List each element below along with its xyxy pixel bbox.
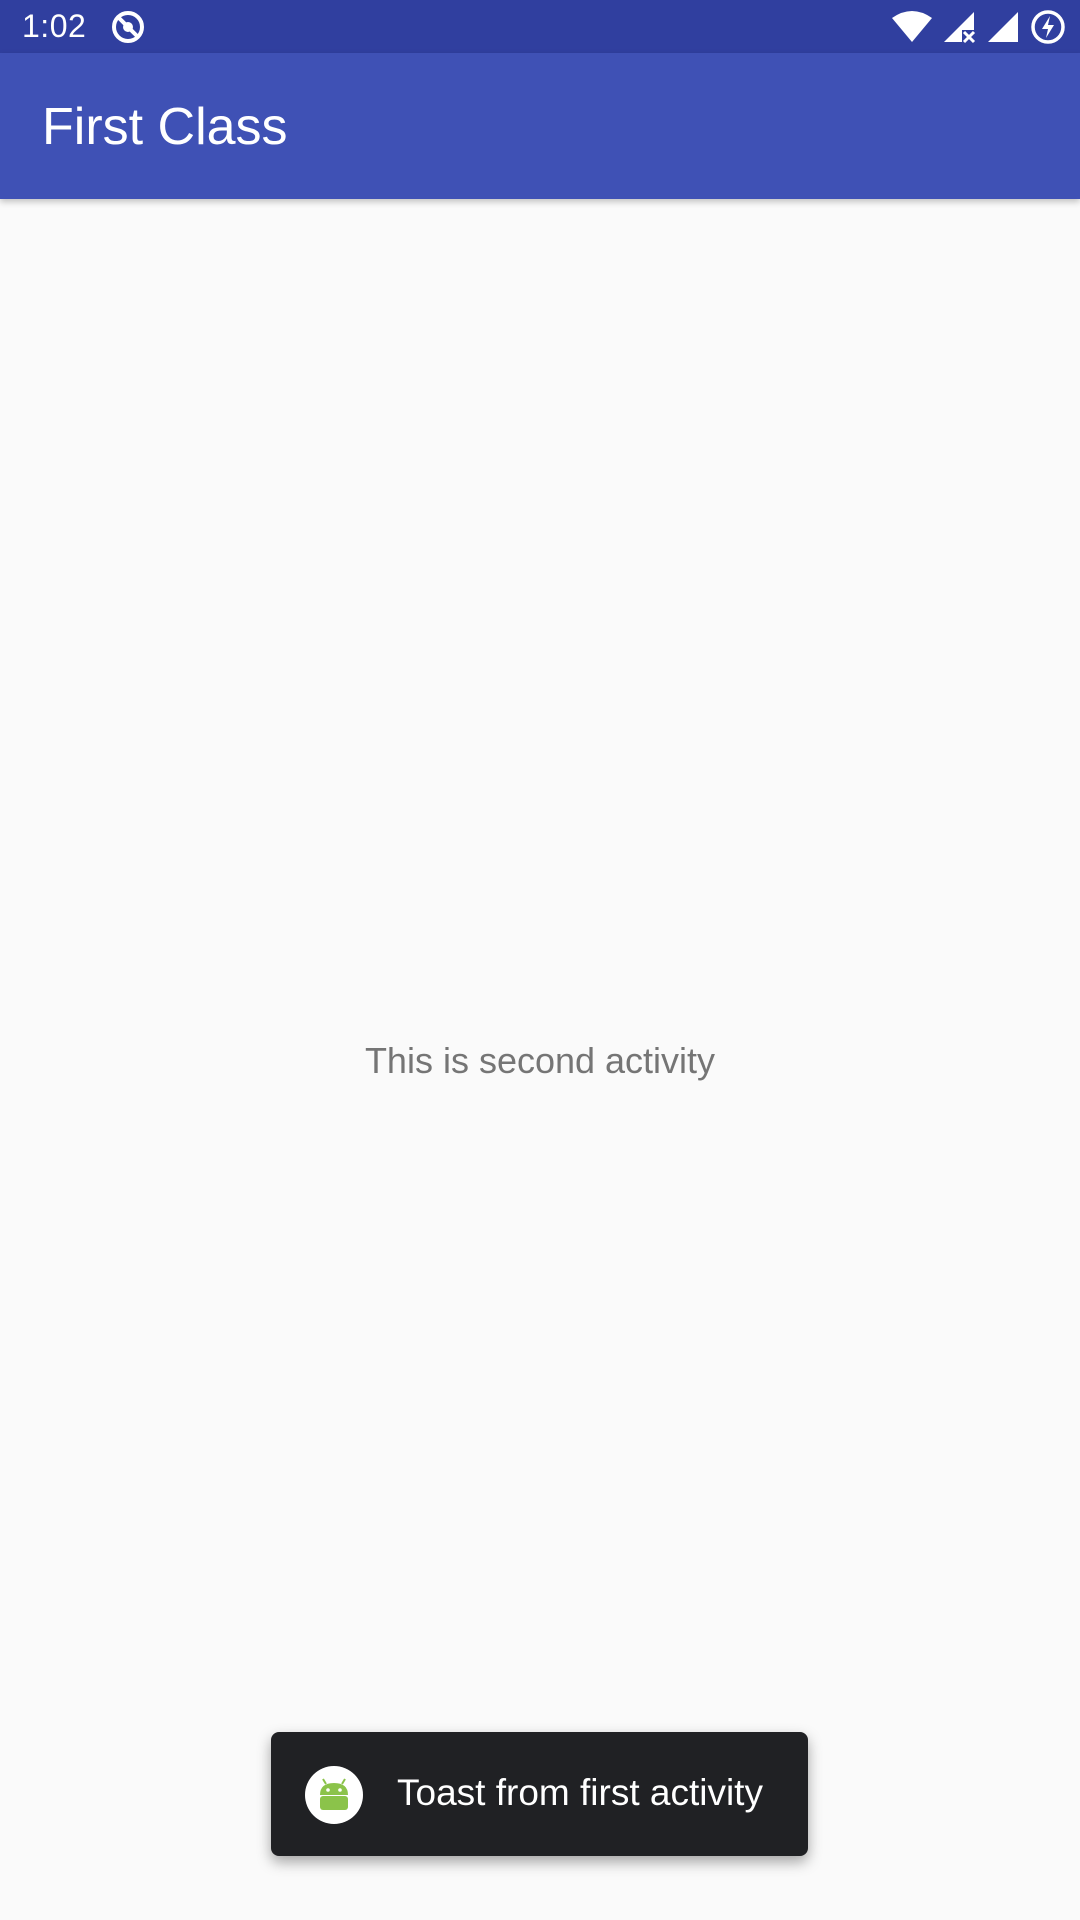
- status-icons: [892, 8, 1066, 46]
- status-time: 1:02: [22, 8, 87, 44]
- toast: Toast from first activity: [271, 1732, 808, 1856]
- toast-message: Toast from first activity: [397, 1772, 763, 1813]
- battery-charging-icon: [1030, 9, 1066, 45]
- app-title: First Class: [42, 98, 288, 156]
- status-bar: 1:02: [0, 0, 1080, 53]
- android-icon: [305, 1766, 363, 1824]
- signal-icon: [986, 10, 1020, 44]
- wifi-icon: [892, 10, 932, 44]
- activity-message: This is second activity: [364, 1040, 716, 1081]
- screen: 1:02 First Class This is second activity…: [0, 0, 1080, 1920]
- do-not-disturb-icon: [110, 9, 146, 45]
- signal-no-data-icon: [942, 10, 976, 44]
- app-bar: First Class: [0, 53, 1080, 199]
